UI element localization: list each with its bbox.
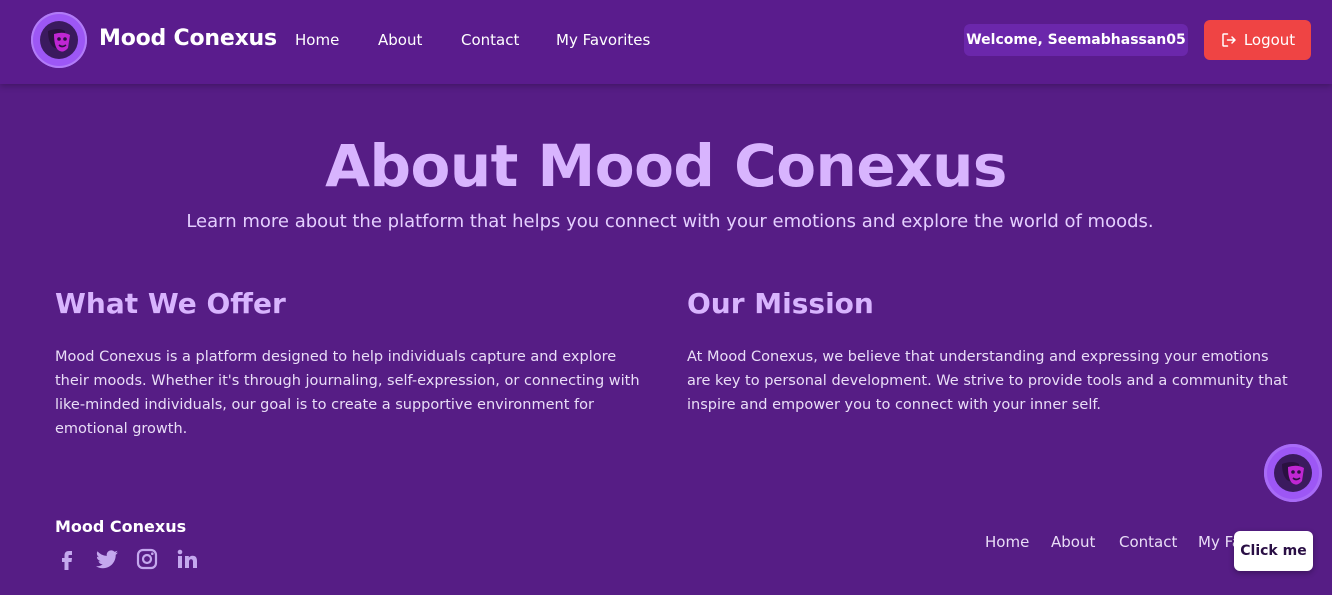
brand-logo[interactable]: [31, 12, 87, 68]
nav-home[interactable]: Home: [295, 31, 339, 49]
welcome-badge: Welcome, Seemabhassan05: [964, 24, 1188, 56]
footer-link-contact[interactable]: Contact: [1119, 533, 1177, 551]
footer-link-home[interactable]: Home: [985, 533, 1029, 551]
offer-text: Mood Conexus is a platform designed to h…: [55, 349, 640, 437]
about-page: Mood Conexus Home About Contact My Favor…: [0, 0, 1332, 595]
mission-text: At Mood Conexus, we believe that underst…: [687, 349, 1288, 413]
linkedin-icon[interactable]: [175, 547, 199, 571]
twitter-icon[interactable]: [95, 547, 119, 571]
page-title: About Mood Conexus: [325, 132, 1007, 200]
mission-heading: Our Mission: [687, 287, 874, 320]
nav-contact[interactable]: Contact: [461, 31, 519, 49]
brand-name[interactable]: Mood Conexus: [99, 26, 277, 51]
footer-brand: Mood Conexus: [55, 517, 187, 536]
logout-button[interactable]: Logout: [1204, 20, 1311, 60]
click-me-button[interactable]: Click me: [1234, 531, 1313, 571]
facebook-icon[interactable]: [55, 547, 79, 571]
logout-label: Logout: [1243, 31, 1296, 49]
top-navbar: Mood Conexus Home About Contact My Favor…: [0, 0, 1332, 84]
instagram-icon[interactable]: [135, 547, 159, 571]
nav-about[interactable]: About: [378, 31, 422, 49]
chat-avatar-button[interactable]: [1264, 444, 1322, 502]
logout-icon: [1222, 33, 1236, 47]
nav-my-favorites[interactable]: My Favorites: [556, 31, 650, 49]
masks-icon: [40, 21, 78, 59]
page-subtitle: Learn more about the platform that helps…: [186, 211, 1154, 232]
offer-heading: What We Offer: [55, 287, 286, 320]
masks-icon: [1274, 454, 1312, 492]
footer-link-about[interactable]: About: [1051, 533, 1095, 551]
